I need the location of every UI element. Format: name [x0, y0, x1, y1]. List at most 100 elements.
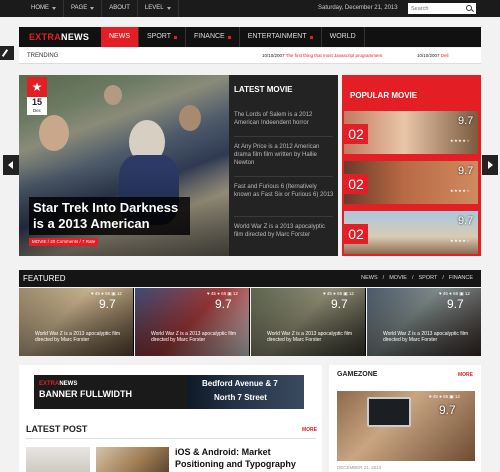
featured-links: NEWS / MOVIE / SPORT / FINANCE: [361, 270, 473, 287]
dropdown-square-icon: [174, 35, 177, 39]
top-bar: HOME PAGE ABOUT LEVEL Saturday, December…: [0, 0, 500, 17]
trending-item[interactable]: 10/10/2007 The first thing that most Jav…: [262, 48, 382, 64]
search-icon[interactable]: [466, 5, 472, 11]
latest-movie-item[interactable]: Fast and Furious 6 (Iternatively known a…: [234, 183, 334, 199]
trending-text: Dell: [440, 53, 449, 58]
chevron-down-icon: [52, 7, 56, 10]
chevron-right-icon: [488, 161, 493, 169]
banner-brand-part1: EXTRA: [39, 381, 60, 387]
top-menu-home[interactable]: HOME: [24, 0, 64, 17]
card-score: 9.7: [99, 297, 116, 311]
rating-stars-icon: ★★★★☆: [450, 238, 471, 243]
dropdown-square-icon: [309, 35, 313, 39]
popular-rank: 02: [344, 224, 368, 244]
featured-link-movie[interactable]: MOVIE: [389, 270, 407, 287]
latest-movie-heading: LATEST MOVIE: [234, 85, 293, 94]
top-menu: HOME PAGE ABOUT LEVEL: [24, 0, 179, 17]
divider: [234, 176, 333, 177]
slider-prev-button[interactable]: [3, 155, 19, 175]
top-menu-label: LEVEL: [144, 5, 164, 11]
site-logo[interactable]: EXTRANEWS: [29, 32, 89, 42]
banner-brand: EXTRANEWS: [39, 381, 77, 387]
nav-item-news[interactable]: NEWS: [101, 27, 139, 47]
card-score: 9.7: [447, 297, 464, 311]
gamezone-more-link[interactable]: MORE: [458, 372, 473, 378]
featured-card[interactable]: ♥ 45 ● 65 ▣ 12 9.7 World War Z is a 2013…: [367, 288, 481, 356]
latest-movie-item[interactable]: World War Z is a 2013 apocalyptic film d…: [234, 223, 334, 239]
rating-stars-icon: ★★★★☆: [450, 138, 471, 143]
popular-score: 9.7: [458, 215, 474, 227]
featured-heading: FEATURED: [23, 274, 66, 283]
separator: /: [411, 275, 414, 281]
crowd-face: [179, 105, 201, 131]
chevron-down-icon: [90, 7, 95, 10]
trending-label: TRENDING: [27, 53, 59, 59]
chevron-left-icon: [8, 161, 13, 169]
top-menu-level[interactable]: LEVEL: [138, 0, 179, 17]
trending-date: 10/10/2007: [417, 53, 440, 58]
date-month: Dec: [32, 108, 41, 113]
banner-brand-part2: NEWS: [59, 381, 78, 387]
dropdown-square-icon: [227, 35, 231, 39]
popular-item[interactable]: 02 9.7 ★★★★☆: [344, 111, 478, 154]
card-stats: ♥ 45 ● 65 ▣ 12: [429, 394, 460, 399]
card-caption: World War Z is a 2013 apocalyptic film d…: [383, 331, 469, 343]
featured-bar: FEATURED NEWS / MOVIE / SPORT / FINANCE: [19, 270, 481, 287]
hero-title[interactable]: Star Trek Into Darkness is a 2013 Americ…: [29, 197, 190, 235]
sign-line-1: Bedford Avenue & 7: [202, 379, 278, 388]
separator: /: [442, 275, 444, 281]
chevron-down-icon: [166, 7, 171, 10]
popular-movie-panel: POPULAR MOVIE 02 9.7 ★★★★☆ 02 9.7 ★★★★☆ …: [342, 75, 481, 256]
trending-bar: TRENDING 10/10/2007 The first thing that…: [19, 48, 481, 64]
popular-score: 9.7: [458, 165, 474, 177]
laptop-screen: [367, 397, 411, 427]
hero-meta: MOVIE / 20 Comments / 7 Rate: [29, 238, 99, 246]
top-menu-label: PAGE: [71, 5, 88, 11]
top-menu-page[interactable]: PAGE: [64, 0, 103, 17]
nav-label: ENTERTAINMENT: [247, 33, 307, 40]
gamezone-image[interactable]: ♥ 45 ● 65 ▣ 12 9.7: [337, 391, 475, 461]
nav-item-world[interactable]: WORLD: [322, 27, 365, 47]
featured-card[interactable]: ♥ 45 ● 65 ▣ 12 9.7 World War Z is a 2013…: [19, 288, 134, 356]
pencil-icon[interactable]: [0, 46, 14, 60]
featured-card[interactable]: ♥ 45 ● 65 ▣ 12 9.7 World War Z is a 2013…: [251, 288, 366, 356]
main-navbar: EXTRANEWS NEWS SPORT FINANCE ENTERTAINME…: [19, 27, 481, 47]
top-menu-about[interactable]: ABOUT: [102, 0, 138, 17]
divider: [234, 136, 333, 137]
latest-post-more-link[interactable]: MORE: [302, 427, 317, 433]
popular-item[interactable]: 02 9.7 ★★★★☆: [344, 211, 478, 254]
card-caption: World War Z is a 2013 apocalyptic film d…: [35, 331, 121, 343]
star-icon: ★: [27, 77, 47, 97]
logo-part1: EXTRA: [29, 32, 62, 42]
latest-movie-item[interactable]: The Lords of Salem is a 2012 American In…: [234, 111, 334, 127]
nav-label: NEWS: [109, 33, 130, 40]
banner-title: BANNER FULLWIDTH: [39, 389, 132, 399]
latest-movie-panel: LATEST MOVIE The Lords of Salem is a 201…: [229, 75, 338, 256]
banner-fullwidth[interactable]: EXTRANEWS BANNER FULLWIDTH Bedford Avenu…: [34, 375, 304, 409]
featured-card[interactable]: ♥ 45 ● 65 ▣ 12 9.7 World War Z is a 2013…: [135, 288, 250, 356]
trending-item[interactable]: 10/10/2007 Dell: [417, 48, 449, 64]
card-caption: World War Z is a 2013 apocalyptic film d…: [151, 331, 237, 343]
featured-link-news[interactable]: NEWS: [361, 270, 378, 287]
nav-item-finance[interactable]: FINANCE: [186, 27, 240, 47]
current-date: Saturday, December 21, 2013: [318, 5, 398, 11]
latest-movie-item[interactable]: At Any Price is a 2012 American drama fi…: [234, 143, 334, 167]
divider: [26, 438, 316, 439]
post-title[interactable]: iOS & Android: Market Positioning and Ty…: [175, 446, 315, 470]
gamezone-date: DECEMBER 21, 2013: [337, 465, 382, 470]
popular-rank: 02: [344, 124, 368, 144]
nav-label: SPORT: [147, 33, 171, 40]
street-sign-image: Bedford Avenue & 7 North 7 Street: [188, 375, 304, 409]
nav-label: WORLD: [329, 33, 356, 40]
trending-text: The first thing that most Javascript pro…: [285, 53, 383, 58]
nav-item-sport[interactable]: SPORT: [139, 27, 186, 47]
post-thumbnail[interactable]: [96, 447, 169, 472]
featured-link-finance[interactable]: FINANCE: [449, 270, 473, 287]
featured-link-sport[interactable]: SPORT: [418, 270, 437, 287]
slider-next-button[interactable]: [482, 155, 498, 175]
post-thumbnail[interactable]: [26, 447, 90, 472]
card-score: 9.7: [439, 403, 456, 417]
separator: /: [382, 275, 385, 281]
popular-item[interactable]: 02 9.7 ★★★★☆: [344, 161, 478, 204]
nav-item-entertainment[interactable]: ENTERTAINMENT: [240, 27, 322, 47]
